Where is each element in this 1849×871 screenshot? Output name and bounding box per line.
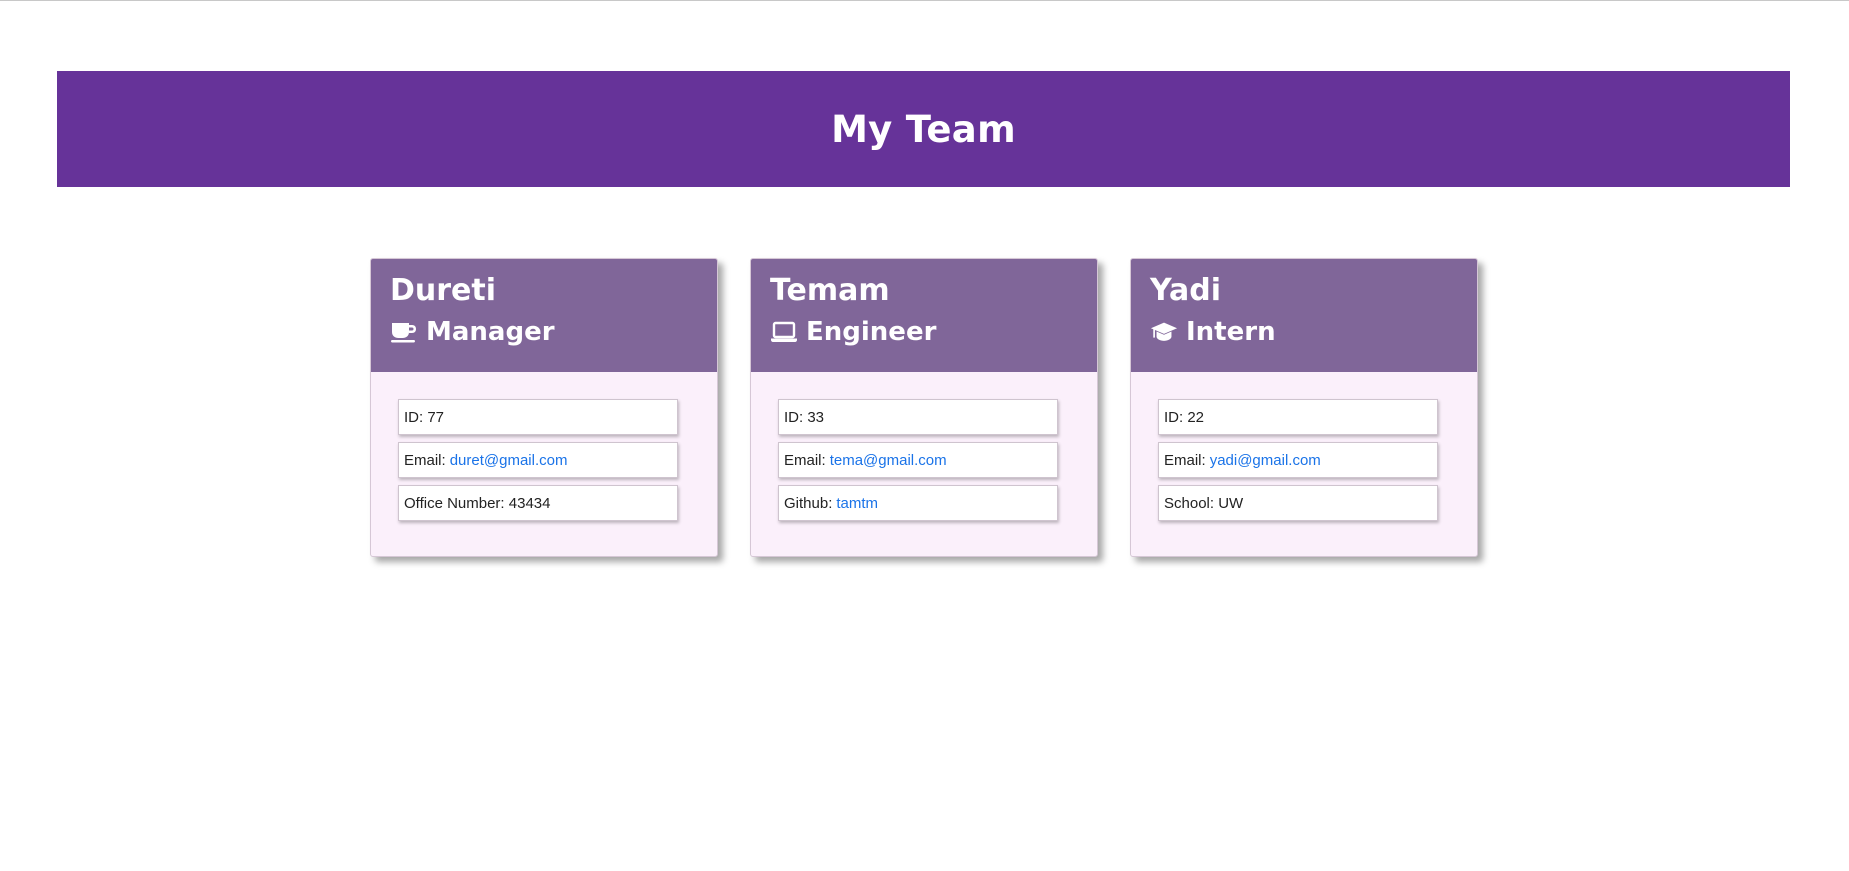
office-number-row: Office Number: 43434	[398, 485, 678, 521]
email-row: Email: yadi@gmail.com	[1158, 442, 1438, 478]
id-row: ID: 77	[398, 399, 678, 435]
graduation-cap-icon	[1150, 319, 1178, 345]
school-row: School: UW	[1158, 485, 1438, 521]
top-divider	[0, 0, 1849, 1]
email-label: Email:	[784, 451, 826, 469]
role-label: Engineer	[806, 317, 937, 347]
office-number-text: Office Number: 43434	[404, 494, 551, 512]
employee-role: Intern	[1150, 317, 1458, 347]
card-header: Dureti Manager	[371, 259, 717, 372]
id-text: ID: 77	[404, 408, 445, 426]
card-body: ID: 33 Email: tema@gmail.com Github: tam…	[751, 372, 1097, 521]
employee-role: Manager	[390, 317, 698, 347]
page-title: My Team	[831, 107, 1016, 151]
id-row: ID: 22	[1158, 399, 1438, 435]
team-cards: Dureti Manager ID: 77 Email: duret@gmail…	[370, 258, 1478, 557]
email-label: Email:	[404, 451, 446, 469]
card-body: ID: 77 Email: duret@gmail.com Office Num…	[371, 372, 717, 521]
id-row: ID: 33	[778, 399, 1058, 435]
role-label: Intern	[1186, 317, 1276, 347]
email-label: Email:	[1164, 451, 1206, 469]
school-text: School: UW	[1164, 494, 1244, 512]
email-row: Email: tema@gmail.com	[778, 442, 1058, 478]
employee-role: Engineer	[770, 317, 1078, 347]
github-link[interactable]: tamtm	[836, 495, 878, 512]
email-link[interactable]: tema@gmail.com	[830, 452, 947, 469]
card-header: Yadi Intern	[1131, 259, 1477, 372]
email-link[interactable]: duret@gmail.com	[450, 452, 568, 469]
employee-card-intern: Yadi Intern ID: 22 Email: yadi@gmail.com	[1130, 258, 1478, 557]
github-label: Github:	[784, 494, 833, 512]
id-text: ID: 22	[1164, 408, 1205, 426]
role-label: Manager	[426, 317, 555, 347]
laptop-icon	[770, 319, 798, 345]
id-text: ID: 33	[784, 408, 825, 426]
github-row: Github: tamtm	[778, 485, 1058, 521]
email-row: Email: duret@gmail.com	[398, 442, 678, 478]
employee-name: Dureti	[390, 273, 497, 308]
coffee-cup-icon	[390, 319, 418, 345]
page-banner: My Team	[57, 71, 1790, 187]
email-link[interactable]: yadi@gmail.com	[1210, 452, 1321, 469]
employee-card-manager: Dureti Manager ID: 77 Email: duret@gmail…	[370, 258, 718, 557]
employee-name: Temam	[770, 273, 890, 308]
card-header: Temam Engineer	[751, 259, 1097, 372]
employee-card-engineer: Temam Engineer ID: 33 Email: tema@gmail.…	[750, 258, 1098, 557]
employee-name: Yadi	[1150, 273, 1221, 308]
card-body: ID: 22 Email: yadi@gmail.com School: UW	[1131, 372, 1477, 521]
